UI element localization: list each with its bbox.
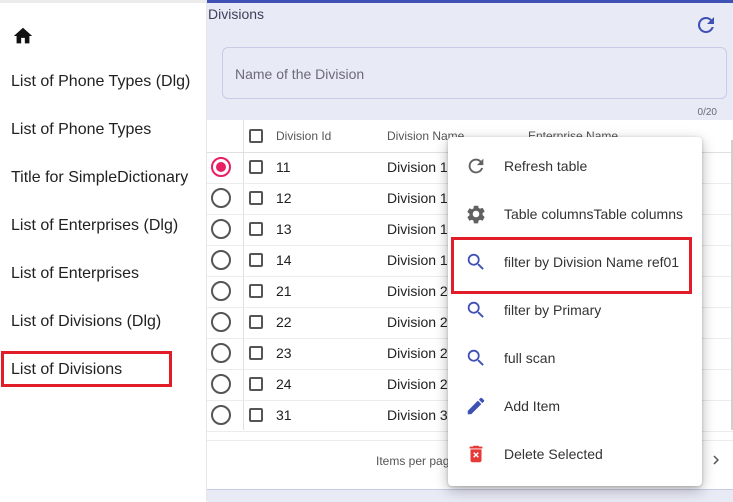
cell-division-name: Division 2 xyxy=(387,314,448,330)
menu-item-filter-division-name[interactable]: filter by Division Name ref01 xyxy=(448,239,702,287)
menu-item-table-columns[interactable]: Table columnsTable columns xyxy=(448,191,702,239)
row-radio[interactable] xyxy=(211,219,231,239)
sidebar-item-divisions-dlg[interactable]: List of Divisions (Dlg) xyxy=(11,313,161,331)
cell-division-id: 31 xyxy=(276,407,292,423)
cell-division-name: Division 2 xyxy=(387,376,448,392)
row-checkbox[interactable] xyxy=(249,253,263,267)
row-radio[interactable] xyxy=(211,188,231,208)
menu-item-full-scan[interactable]: full scan xyxy=(448,335,702,383)
sidebar-item-divisions[interactable]: List of Divisions xyxy=(11,361,122,379)
menu-item-add-item[interactable]: Add Item xyxy=(448,383,702,431)
menu-item-label: Refresh table xyxy=(504,158,588,174)
row-radio[interactable] xyxy=(211,343,231,363)
menu-item-filter-primary[interactable]: filter by Primary xyxy=(448,287,702,335)
menu-item-label: Delete Selected xyxy=(504,446,603,462)
row-radio[interactable] xyxy=(211,281,231,301)
row-checkbox[interactable] xyxy=(249,284,263,298)
menu-item-refresh-table[interactable]: Refresh table xyxy=(448,143,702,191)
menu-item-label: Table columnsTable columns xyxy=(504,206,683,222)
gear-icon xyxy=(467,205,485,224)
cell-division-name: Division 1 xyxy=(387,252,448,268)
cell-division-name: Division 3 xyxy=(387,407,448,423)
cell-division-id: 11 xyxy=(276,159,291,175)
select-all-checkbox[interactable] xyxy=(249,129,263,143)
refresh-icon[interactable] xyxy=(694,13,718,37)
cell-division-id: 14 xyxy=(276,252,292,268)
bottom-panel xyxy=(207,489,733,502)
items-per-page-label: Items per page xyxy=(376,454,457,468)
cell-division-id: 21 xyxy=(276,283,292,299)
menu-item-label: full scan xyxy=(504,350,556,366)
row-checkbox[interactable] xyxy=(249,346,263,360)
row-checkbox[interactable] xyxy=(249,315,263,329)
trash-icon xyxy=(469,445,483,463)
row-checkbox[interactable] xyxy=(249,377,263,391)
sidebar-item-simple-dictionary[interactable]: Title for SimpleDictionary xyxy=(11,169,188,187)
sidebar-item-phone-types-dlg[interactable]: List of Phone Types (Dlg) xyxy=(11,73,190,91)
menu-item-label: filter by Primary xyxy=(504,302,602,318)
row-radio[interactable] xyxy=(211,157,231,177)
table-actions-menu: Refresh table Table columnsTable columns… xyxy=(448,137,702,486)
row-radio[interactable] xyxy=(211,312,231,332)
cell-division-name: Division 1 xyxy=(387,159,448,175)
row-radio[interactable] xyxy=(211,250,231,270)
cell-division-id: 22 xyxy=(276,314,292,330)
row-radio[interactable] xyxy=(211,405,231,425)
menu-item-label: filter by Division Name ref01 xyxy=(504,254,680,270)
search-icon xyxy=(467,301,484,318)
cell-division-id: 12 xyxy=(276,190,292,206)
cell-division-name: Division 2 xyxy=(387,283,448,299)
division-name-search[interactable] xyxy=(222,47,727,100)
row-radio[interactable] xyxy=(211,374,231,394)
cell-division-id: 24 xyxy=(276,376,292,392)
sidebar-item-phone-types[interactable]: List of Phone Types xyxy=(11,121,151,139)
row-checkbox[interactable] xyxy=(249,408,263,422)
sidebar-item-enterprises[interactable]: List of Enterprises xyxy=(11,265,139,283)
sidebar: List of Phone Types (Dlg) List of Phone … xyxy=(0,0,207,501)
sidebar-top-divider xyxy=(0,0,206,3)
column-header-division-id[interactable]: Division Id xyxy=(276,129,331,143)
cell-division-name: Division 1 xyxy=(387,221,448,237)
row-checkbox[interactable] xyxy=(249,191,263,205)
search-icon xyxy=(467,349,484,366)
page-title: Divisions xyxy=(208,6,265,22)
refresh-icon xyxy=(468,158,484,174)
menu-item-label: Add Item xyxy=(504,398,561,414)
filter-panel: Divisions 0/20 xyxy=(207,3,733,120)
pencil-icon xyxy=(467,397,485,415)
search-icon xyxy=(467,253,484,270)
row-checkbox[interactable] xyxy=(249,222,263,236)
chevron-right-icon[interactable] xyxy=(707,451,725,469)
sidebar-item-enterprises-dlg[interactable]: List of Enterprises (Dlg) xyxy=(11,217,178,235)
home-icon[interactable] xyxy=(12,25,34,47)
cell-division-name: Division 1 xyxy=(387,190,448,206)
row-checkbox[interactable] xyxy=(249,160,263,174)
char-counter: 0/20 xyxy=(697,107,717,118)
cell-division-name: Division 2 xyxy=(387,345,448,361)
cell-division-id: 23 xyxy=(276,345,292,361)
cell-division-id: 13 xyxy=(276,221,292,237)
menu-item-delete-selected[interactable]: Delete Selected xyxy=(448,431,702,479)
search-input[interactable] xyxy=(233,48,717,100)
